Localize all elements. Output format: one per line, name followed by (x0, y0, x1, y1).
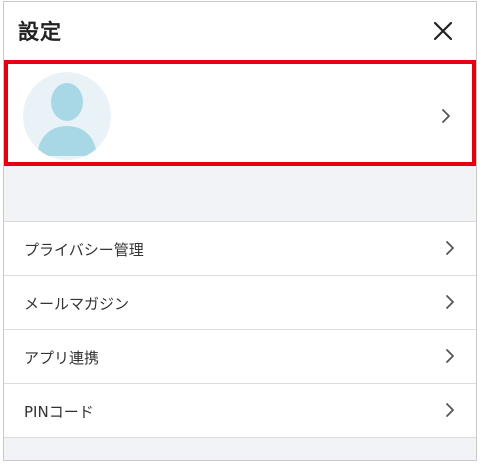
menu-item-label: アプリ連携 (24, 349, 100, 367)
close-icon[interactable] (432, 20, 454, 42)
menu-item-label: PINコード (24, 403, 94, 421)
chevron-right-icon (445, 240, 455, 256)
footer-spacer (4, 438, 476, 460)
dialog-header: 設定 (4, 2, 476, 60)
menu-item-privacy[interactable]: プライバシー管理 (4, 222, 476, 276)
menu-item-app-link[interactable]: アプリ連携 (4, 330, 476, 384)
menu-item-label: プライバシー管理 (24, 241, 144, 259)
menu-item-label: メールマガジン (24, 295, 130, 313)
chevron-right-icon (445, 294, 455, 310)
chevron-right-icon (445, 402, 455, 418)
default-avatar-icon (23, 72, 111, 160)
profile-row[interactable] (4, 60, 476, 166)
chevron-right-icon (445, 348, 455, 364)
section-spacer (4, 166, 476, 222)
chevron-right-icon (441, 108, 451, 124)
page-title: 設定 (18, 20, 62, 44)
menu-item-pin-code[interactable]: PINコード (4, 384, 476, 438)
settings-menu: プライバシー管理 メールマガジン アプリ連携 PINコード (4, 222, 476, 438)
menu-item-mail-magazine[interactable]: メールマガジン (4, 276, 476, 330)
settings-dialog: 設定 プライバシー管理 メールマガジン アプリ連携 PINコード (3, 1, 477, 461)
